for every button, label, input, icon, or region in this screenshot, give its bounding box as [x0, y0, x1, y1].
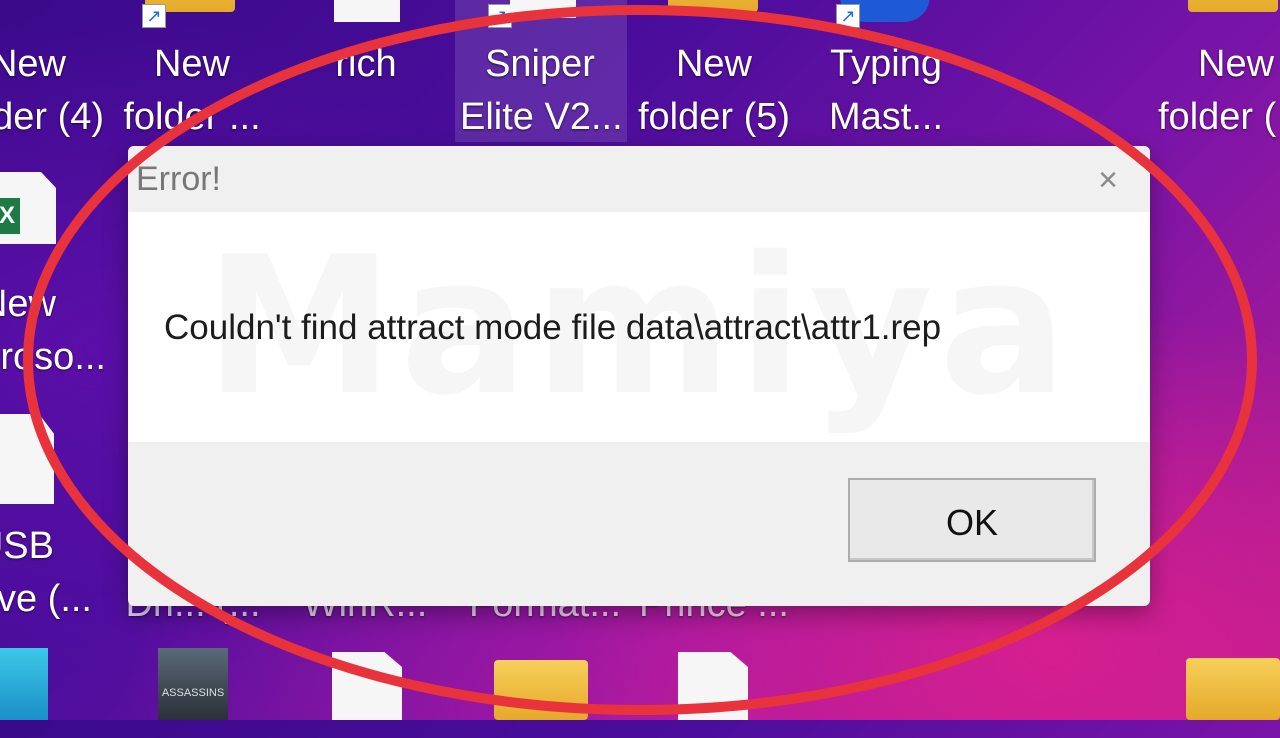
red-circle-annotation [23, 5, 1257, 715]
annotation-ellipse [23, 5, 1257, 715]
